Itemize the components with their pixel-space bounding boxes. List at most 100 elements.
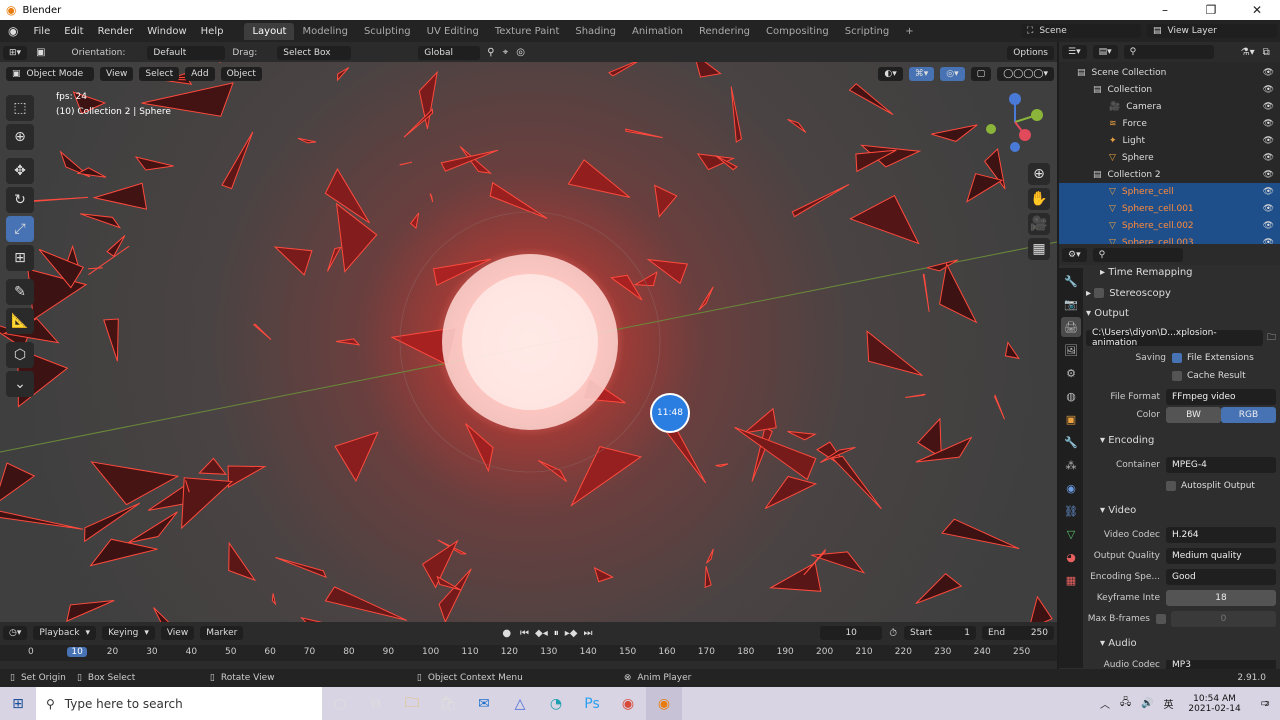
- outliner-row[interactable]: ▽ Sphere_cell.002 👁: [1059, 217, 1280, 234]
- outliner-row[interactable]: ▽ Sphere_cell.001 👁: [1059, 200, 1280, 217]
- outliner-row[interactable]: ▤ Collection 👁: [1059, 81, 1280, 98]
- timeline-editor-type-icon[interactable]: ◷▾: [3, 626, 28, 640]
- snap-icon[interactable]: ⌖: [503, 47, 509, 58]
- status-anim-player[interactable]: Anim Player: [637, 673, 691, 683]
- transform-orientation-dropdown[interactable]: Global: [418, 45, 481, 60]
- modifier-tab-icon[interactable]: 🔧: [1061, 432, 1081, 452]
- annotate-icon[interactable]: ✎: [6, 279, 34, 305]
- measure-icon[interactable]: 📐: [6, 308, 34, 334]
- editor-type-icon[interactable]: ⊞▾: [3, 45, 28, 60]
- audio-codec-dropdown[interactable]: MP3: [1166, 660, 1276, 669]
- scale-icon[interactable]: ⤢: [6, 216, 34, 242]
- transform-icon[interactable]: ⊞: [6, 245, 34, 271]
- taskbar-search[interactable]: ⚲ Type here to search: [36, 687, 322, 720]
- blender-menu-icon[interactable]: ◉: [0, 24, 26, 38]
- eye-icon[interactable]: 👁: [1263, 221, 1274, 231]
- volume-icon[interactable]: 🔊: [1141, 698, 1153, 709]
- time-remapping-section[interactable]: ▸ Time Remapping: [1100, 267, 1193, 278]
- eye-icon[interactable]: 👁: [1263, 204, 1274, 214]
- select-box-icon[interactable]: ⬚: [6, 95, 34, 121]
- tray-chevron-icon[interactable]: ︿: [1100, 696, 1110, 711]
- object-tab-icon[interactable]: ▣: [1061, 409, 1081, 429]
- tool-tab-icon[interactable]: 🔧: [1061, 271, 1081, 291]
- properties-search[interactable]: ⚲: [1092, 247, 1183, 262]
- menu-add[interactable]: Add: [185, 66, 215, 81]
- output-quality-dropdown[interactable]: Medium quality: [1166, 548, 1276, 564]
- active-tool-icon[interactable]: ▣: [36, 47, 45, 58]
- filter-icon[interactable]: ⚗▾: [1241, 47, 1255, 58]
- timeline-view-menu[interactable]: View: [160, 626, 195, 640]
- menu-view[interactable]: View: [100, 66, 134, 81]
- edge-icon[interactable]: ◔: [538, 687, 574, 720]
- container-dropdown[interactable]: MPEG-4: [1166, 457, 1276, 473]
- outliner-search[interactable]: ⚲: [1123, 45, 1214, 59]
- orientation-dropdown[interactable]: Default: [147, 45, 226, 60]
- texture-tab-icon[interactable]: ▦: [1061, 570, 1081, 590]
- prev-keyframe-icon[interactable]: ◆◂: [535, 628, 548, 639]
- world-tab-icon[interactable]: ◍: [1061, 386, 1081, 406]
- jump-end-icon[interactable]: ⏭: [583, 628, 592, 639]
- pause-icon[interactable]: ⏸: [554, 628, 559, 639]
- output-path-field[interactable]: C:\Users\diyon\D...xplosion-animation: [1086, 328, 1263, 348]
- encoding-section[interactable]: ▾ Encoding: [1100, 435, 1154, 446]
- add-workspace-icon[interactable]: +: [897, 23, 921, 40]
- maximize-button[interactable]: ❐: [1188, 3, 1234, 17]
- drag-dropdown[interactable]: Select Box: [277, 45, 352, 60]
- outliner-row[interactable]: ✦ Light 👁: [1059, 132, 1280, 149]
- blender-taskbar-icon[interactable]: ◉: [646, 687, 682, 720]
- data-tab-icon[interactable]: ▽: [1061, 524, 1081, 544]
- tab-layout[interactable]: Layout: [244, 22, 295, 40]
- zoom-icon[interactable]: ⊕: [1028, 163, 1050, 185]
- tab-sculpting[interactable]: Sculpting: [356, 23, 419, 40]
- scene-selector[interactable]: ⛶ Scene: [1021, 24, 1141, 38]
- video-codec-dropdown[interactable]: H.264: [1166, 527, 1276, 543]
- overlay-toggle-icon[interactable]: ◎▾: [940, 66, 965, 81]
- eye-icon[interactable]: 👁: [1263, 85, 1274, 95]
- max-bframes-checkbox[interactable]: [1156, 614, 1166, 624]
- file-format-dropdown[interactable]: FFmpeg video: [1166, 389, 1276, 405]
- outliner-row[interactable]: ▤ Collection 2 👁: [1059, 166, 1280, 183]
- network-icon[interactable]: 🖧: [1120, 695, 1131, 712]
- tab-shading[interactable]: Shading: [567, 23, 624, 40]
- color-bw-button[interactable]: BW: [1166, 407, 1221, 423]
- physics-tab-icon[interactable]: ◉: [1061, 478, 1081, 498]
- menu-object[interactable]: Object: [220, 66, 262, 81]
- output-tab-icon[interactable]: 🖨: [1061, 317, 1081, 337]
- menu-window[interactable]: Window: [140, 26, 193, 37]
- eye-icon[interactable]: 👁: [1263, 153, 1274, 163]
- max-bframes-field[interactable]: 0: [1171, 611, 1276, 627]
- mode-dropdown[interactable]: ▣ Object Mode: [6, 66, 94, 81]
- ime-icon[interactable]: 英: [1164, 696, 1174, 711]
- mail-icon[interactable]: ✉: [466, 687, 502, 720]
- menu-render[interactable]: Render: [91, 26, 141, 37]
- outliner-row[interactable]: 🎥 Camera 👁: [1059, 98, 1280, 115]
- shading-modes-icon[interactable]: ◯◯◯◯▾: [997, 66, 1054, 81]
- move-icon[interactable]: ✥: [6, 158, 34, 184]
- record-icon[interactable]: ●: [502, 628, 511, 639]
- tab-animation[interactable]: Animation: [624, 23, 691, 40]
- audio-section[interactable]: ▾ Audio: [1100, 638, 1137, 649]
- minimize-button[interactable]: –: [1142, 3, 1188, 17]
- cache-result-checkbox[interactable]: [1172, 371, 1182, 381]
- eye-icon[interactable]: 👁: [1263, 187, 1274, 197]
- playback-menu[interactable]: Playback ▾: [33, 626, 97, 640]
- visibility-icon[interactable]: ◐▾: [878, 66, 903, 81]
- eye-icon[interactable]: 👁: [1263, 136, 1274, 146]
- tab-scripting[interactable]: Scripting: [837, 23, 897, 40]
- stopwatch-icon[interactable]: ⏱: [889, 628, 897, 639]
- video-section[interactable]: ▾ Video: [1100, 505, 1136, 516]
- tab-texture-paint[interactable]: Texture Paint: [487, 23, 568, 40]
- menu-file[interactable]: File: [26, 26, 57, 37]
- xray-icon[interactable]: ▢: [970, 66, 992, 81]
- 3d-viewport[interactable]: fps: 24 (10) Collection 2 | Sphere 11:48…: [0, 62, 1057, 622]
- current-frame-field[interactable]: 10: [820, 626, 883, 640]
- material-tab-icon[interactable]: ◕: [1061, 547, 1081, 567]
- add-cube-icon[interactable]: ⬡: [6, 342, 34, 368]
- keying-menu[interactable]: Keying ▾: [102, 626, 155, 640]
- eye-icon[interactable]: 👁: [1263, 102, 1274, 112]
- eye-icon[interactable]: 👁: [1263, 68, 1274, 78]
- chrome-icon[interactable]: ◉: [610, 687, 646, 720]
- render-tab-icon[interactable]: 📷: [1061, 294, 1081, 314]
- options-dropdown[interactable]: Options: [1007, 45, 1054, 60]
- folder-icon[interactable]: 🗀: [1267, 330, 1276, 346]
